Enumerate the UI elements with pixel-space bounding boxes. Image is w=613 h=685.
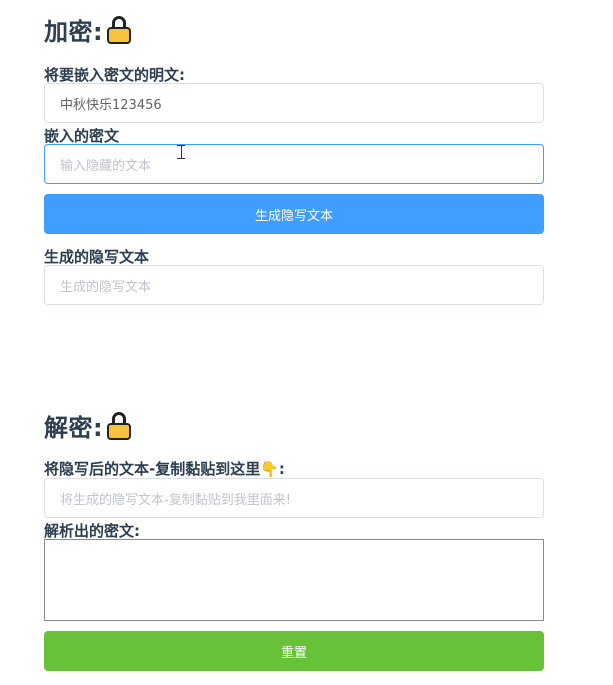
encrypt-title-text: 加密: bbox=[44, 18, 104, 46]
decrypt-title: 解密: bbox=[44, 408, 132, 443]
generate-button[interactable]: 生成隐写文本 bbox=[44, 194, 544, 234]
lock-icon bbox=[107, 411, 132, 440]
plaintext-label: 将要嵌入密文的明文: bbox=[44, 66, 185, 84]
output-placeholder: 生成的隐写文本 bbox=[60, 279, 152, 295]
output-field[interactable]: 生成的隐写文本 bbox=[44, 265, 544, 305]
secret-placeholder: 输入隐藏的文本 bbox=[60, 158, 152, 174]
paste-placeholder: 将生成的隐写文本-复制黏贴到我里面来! bbox=[60, 492, 291, 508]
pointing-down-hand-icon: 👇 bbox=[260, 460, 279, 478]
output-label: 生成的隐写文本 bbox=[44, 248, 150, 266]
secret-input[interactable]: 输入隐藏的文本 bbox=[44, 144, 544, 184]
lock-icon bbox=[107, 15, 132, 44]
plaintext-value: 中秋快乐123456 bbox=[60, 97, 162, 113]
reset-button[interactable]: 重置 bbox=[44, 631, 544, 671]
text-cursor-icon bbox=[177, 145, 185, 159]
paste-input[interactable]: 将生成的隐写文本-复制黏贴到我里面来! bbox=[44, 478, 544, 518]
result-textarea[interactable] bbox=[44, 539, 544, 621]
decrypt-title-text: 解密: bbox=[44, 414, 104, 442]
result-label: 解析出的密文: bbox=[44, 522, 140, 540]
secret-label: 嵌入的密文 bbox=[44, 127, 120, 145]
paste-label: 将隐写后的文本-复制黏贴到这里👇: bbox=[44, 458, 285, 479]
plaintext-input[interactable]: 中秋快乐123456 bbox=[44, 83, 544, 123]
encrypt-title: 加密: bbox=[44, 12, 132, 47]
paste-label-colon: : bbox=[278, 460, 285, 478]
paste-label-text: 将隐写后的文本-复制黏贴到这里 bbox=[44, 460, 261, 478]
